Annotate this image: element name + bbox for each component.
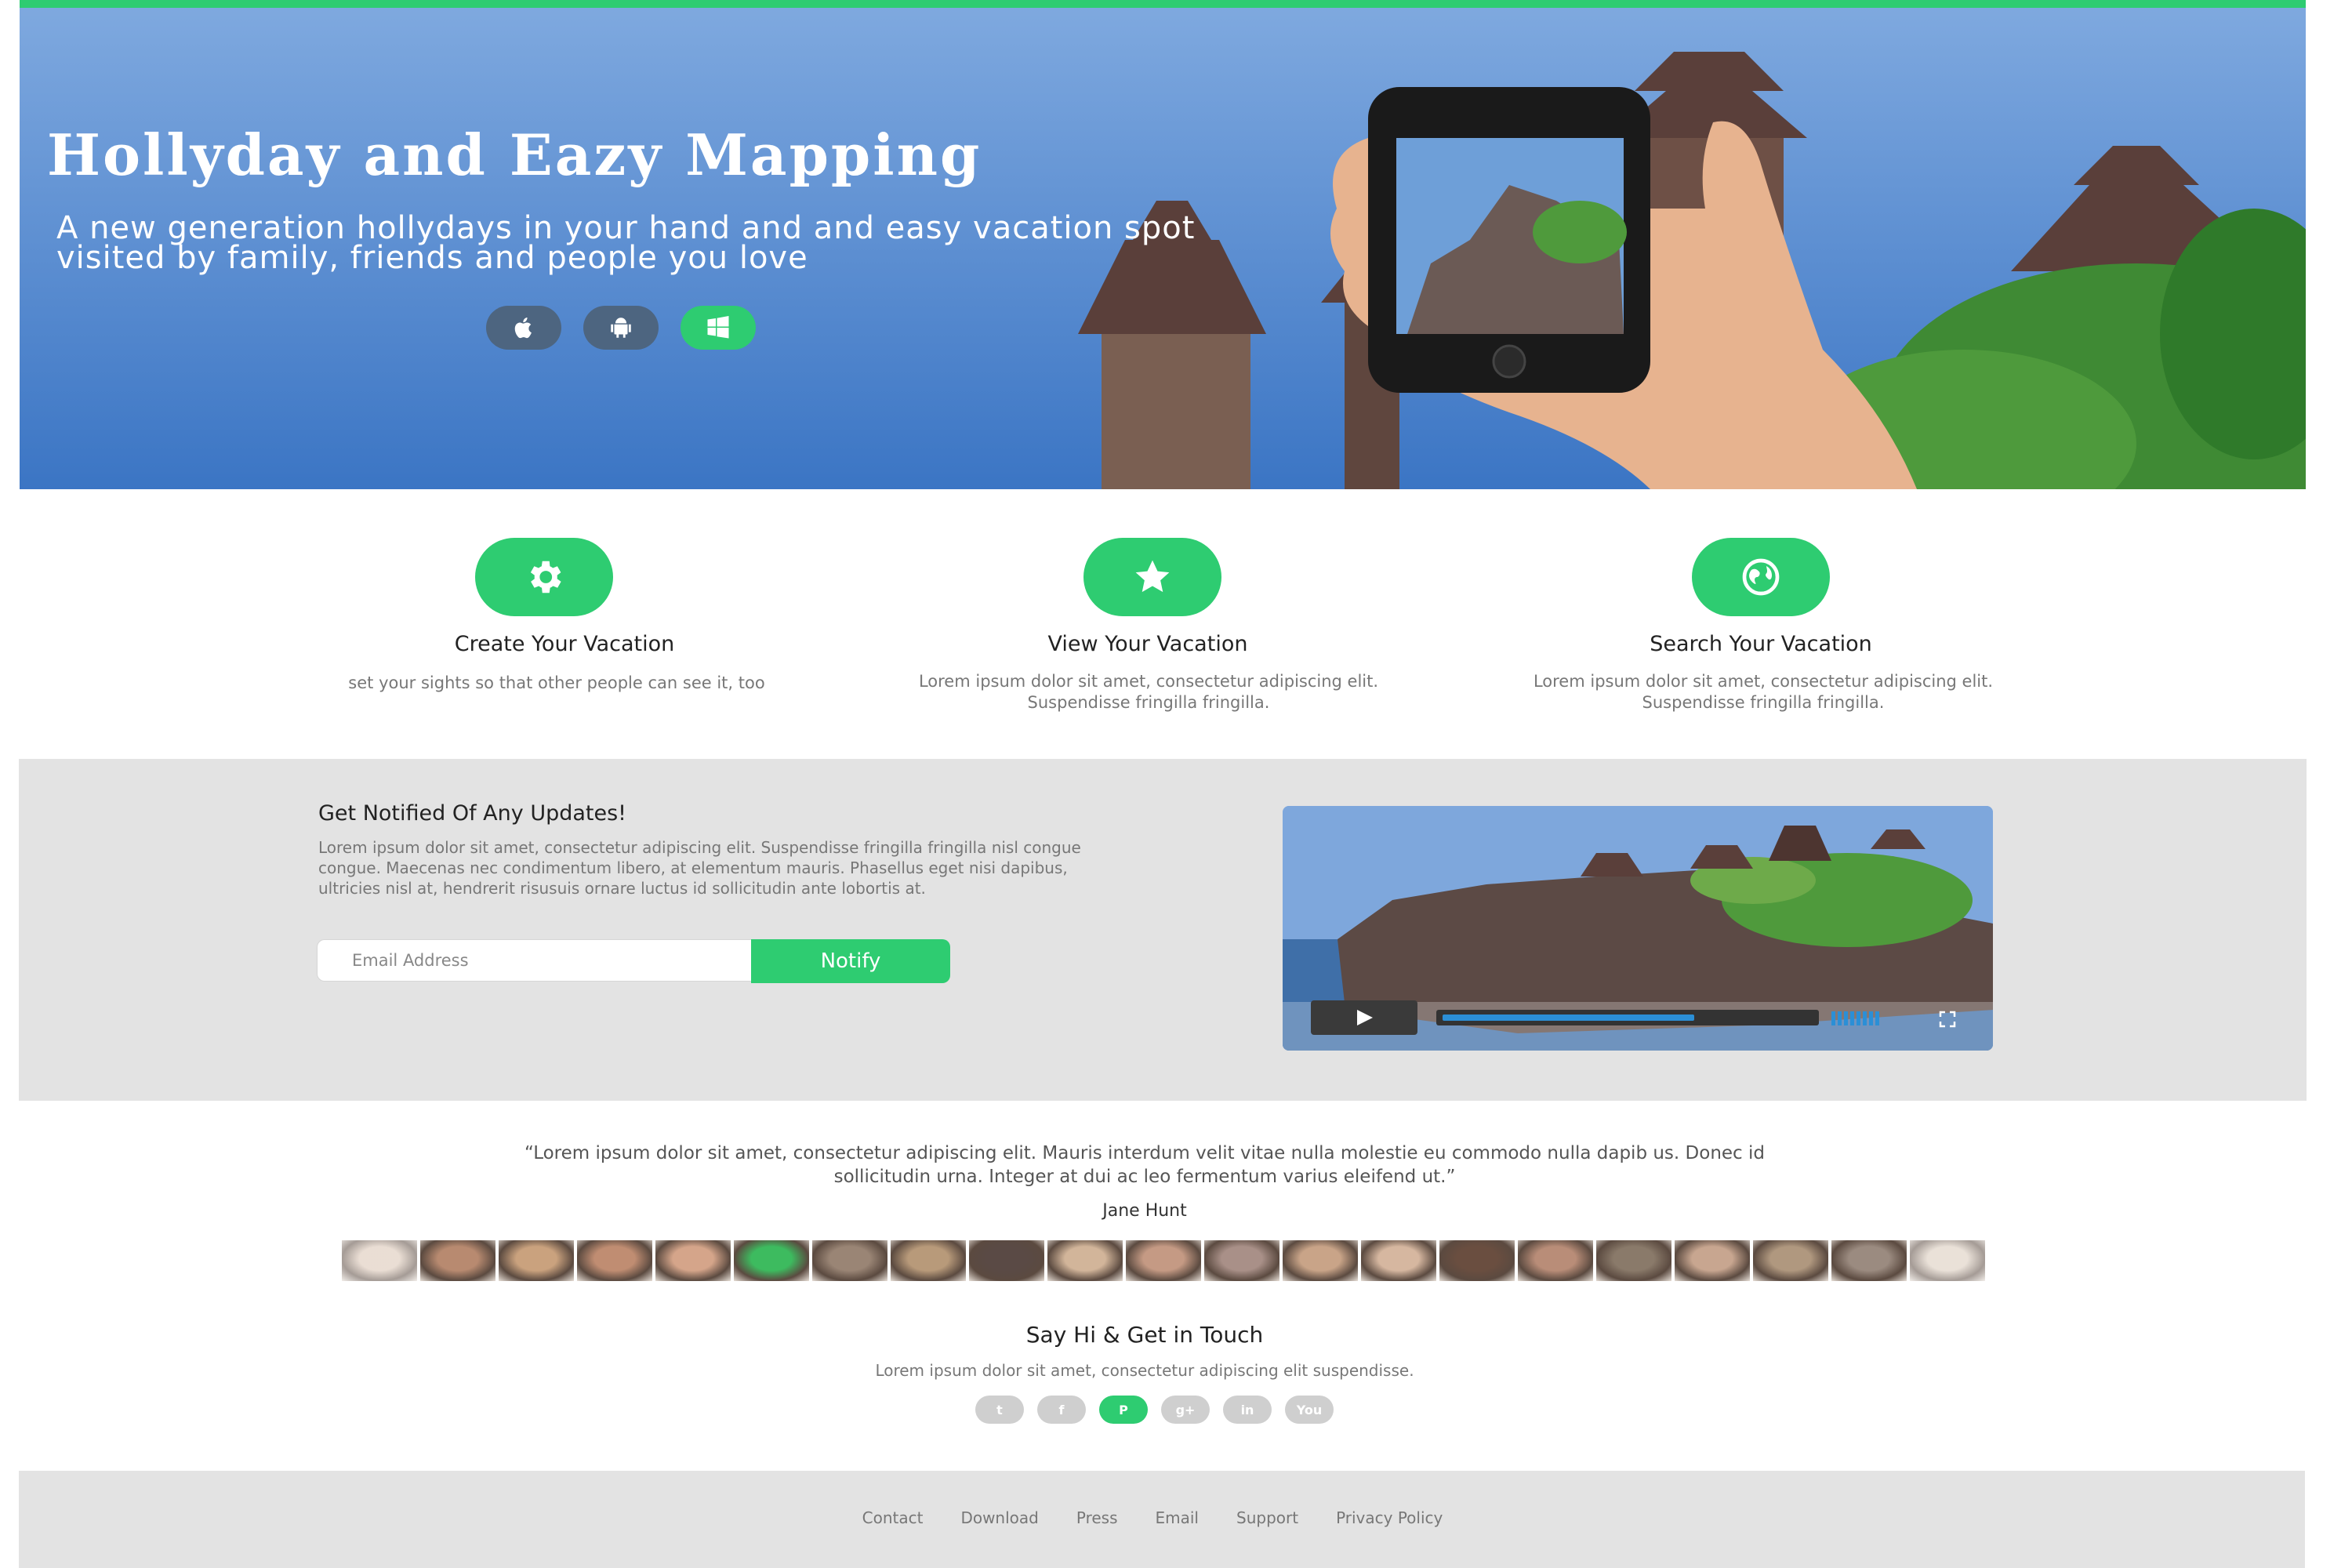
feature-search-title: Search Your Vacation — [1650, 632, 1872, 656]
fullscreen-icon[interactable] — [1938, 1010, 1957, 1029]
avatar[interactable] — [1204, 1240, 1279, 1281]
linkedin-button[interactable]: in — [1223, 1396, 1272, 1424]
googleplus-button[interactable]: g+ — [1161, 1396, 1210, 1424]
hero-title: Hollyday and Eazy Mapping — [47, 122, 982, 188]
video-progress-fill — [1443, 1014, 1694, 1021]
footer-link-email[interactable]: Email — [1156, 1508, 1200, 1527]
avatar[interactable] — [969, 1240, 1044, 1281]
testimonial-quote: “Lorem ipsum dolor sit amet, consectetur… — [524, 1143, 1765, 1187]
social-links: t f Pg+ in You — [975, 1396, 1334, 1424]
apple-store-button[interactable] — [486, 306, 561, 350]
feature-search-icon-circle — [1692, 538, 1830, 616]
avatar[interactable] — [1518, 1240, 1593, 1281]
avatar[interactable] — [734, 1240, 809, 1281]
avatar[interactable] — [1753, 1240, 1828, 1281]
video-player[interactable] — [1283, 806, 1993, 1051]
feature-view-icon-circle — [1083, 538, 1221, 616]
android-icon — [611, 318, 631, 338]
video-play-button[interactable] — [1311, 1000, 1417, 1035]
avatar[interactable] — [1361, 1240, 1436, 1281]
avatar[interactable] — [420, 1240, 495, 1281]
avatar[interactable] — [1047, 1240, 1123, 1281]
footer-link-privacy-policy[interactable]: Privacy Policy — [1336, 1508, 1443, 1527]
gear-icon — [530, 561, 561, 593]
video-seek-bar[interactable] — [1436, 1010, 1819, 1025]
youtube-button[interactable]: You — [1285, 1396, 1334, 1424]
avatar[interactable] — [891, 1240, 966, 1281]
avatar[interactable] — [655, 1240, 731, 1281]
hero-top-accent-bar — [20, 0, 2306, 8]
notify-button[interactable]: Notify — [751, 939, 950, 983]
feature-create-title: Create Your Vacation — [454, 632, 675, 656]
star-icon — [1135, 560, 1170, 593]
play-icon — [1357, 1010, 1373, 1025]
video-volume-bar[interactable] — [1831, 1011, 1926, 1025]
twitter-button[interactable]: t — [975, 1396, 1024, 1424]
footer-link-press[interactable]: Press — [1076, 1508, 1118, 1527]
feature-view-desc: Lorem ipsum dolor sit amet, consectetur … — [918, 672, 1379, 712]
avatar-strip — [342, 1240, 1985, 1281]
notify-description: Lorem ipsum dolor sit amet, consectetur … — [318, 838, 1081, 898]
feature-search-desc: Lorem ipsum dolor sit amet, consectetur … — [1533, 672, 1994, 712]
contact-title: Say Hi & Get in Touch — [1025, 1322, 1264, 1348]
avatar[interactable] — [1596, 1240, 1671, 1281]
avatar[interactable] — [1831, 1240, 1907, 1281]
googleplus-icon: g+ — [1175, 1402, 1196, 1417]
youtube-icon: You — [1296, 1402, 1323, 1417]
testimonial-author: Jane Hunt — [1102, 1201, 1187, 1221]
footer-link-download[interactable]: Download — [960, 1508, 1038, 1527]
globe-icon — [1742, 558, 1780, 596]
footer-link-contact[interactable]: Contact — [862, 1508, 924, 1527]
contact-description: Lorem ipsum dolor sit amet, consectetur … — [875, 1361, 1414, 1380]
windows-store-button[interactable] — [681, 306, 756, 350]
avatar[interactable] — [812, 1240, 887, 1281]
avatar[interactable] — [1439, 1240, 1515, 1281]
avatar[interactable] — [499, 1240, 574, 1281]
footer-link-support[interactable]: Support — [1236, 1508, 1298, 1527]
windows-icon — [707, 316, 729, 339]
avatar[interactable] — [1283, 1240, 1358, 1281]
hero-subtitle: A new generation hollydays in your hand … — [56, 210, 1196, 276]
pinterest-button[interactable]: P — [1099, 1396, 1148, 1424]
pinterest-icon: P — [1119, 1402, 1128, 1417]
apple-icon — [514, 317, 532, 339]
linkedin-icon: in — [1240, 1402, 1254, 1417]
avatar[interactable] — [1910, 1240, 1985, 1281]
feature-create-icon-circle — [475, 538, 613, 616]
email-field[interactable] — [317, 939, 753, 982]
feature-view-title: View Your Vacation — [1047, 632, 1248, 656]
avatar[interactable] — [1675, 1240, 1750, 1281]
footer-nav: Contact Download Press Email Support Privacy … — [0, 1508, 2305, 1527]
facebook-icon: f — [1058, 1402, 1065, 1417]
android-store-button[interactable] — [583, 306, 659, 350]
avatar[interactable] — [1126, 1240, 1201, 1281]
avatar[interactable] — [577, 1240, 652, 1281]
twitter-icon: t — [996, 1402, 1003, 1417]
notify-title: Get Notified Of Any Updates! — [318, 801, 627, 826]
avatar[interactable] — [342, 1240, 417, 1281]
feature-create-desc: set your sights so that other people can… — [348, 673, 765, 692]
facebook-button[interactable]: f — [1037, 1396, 1086, 1424]
